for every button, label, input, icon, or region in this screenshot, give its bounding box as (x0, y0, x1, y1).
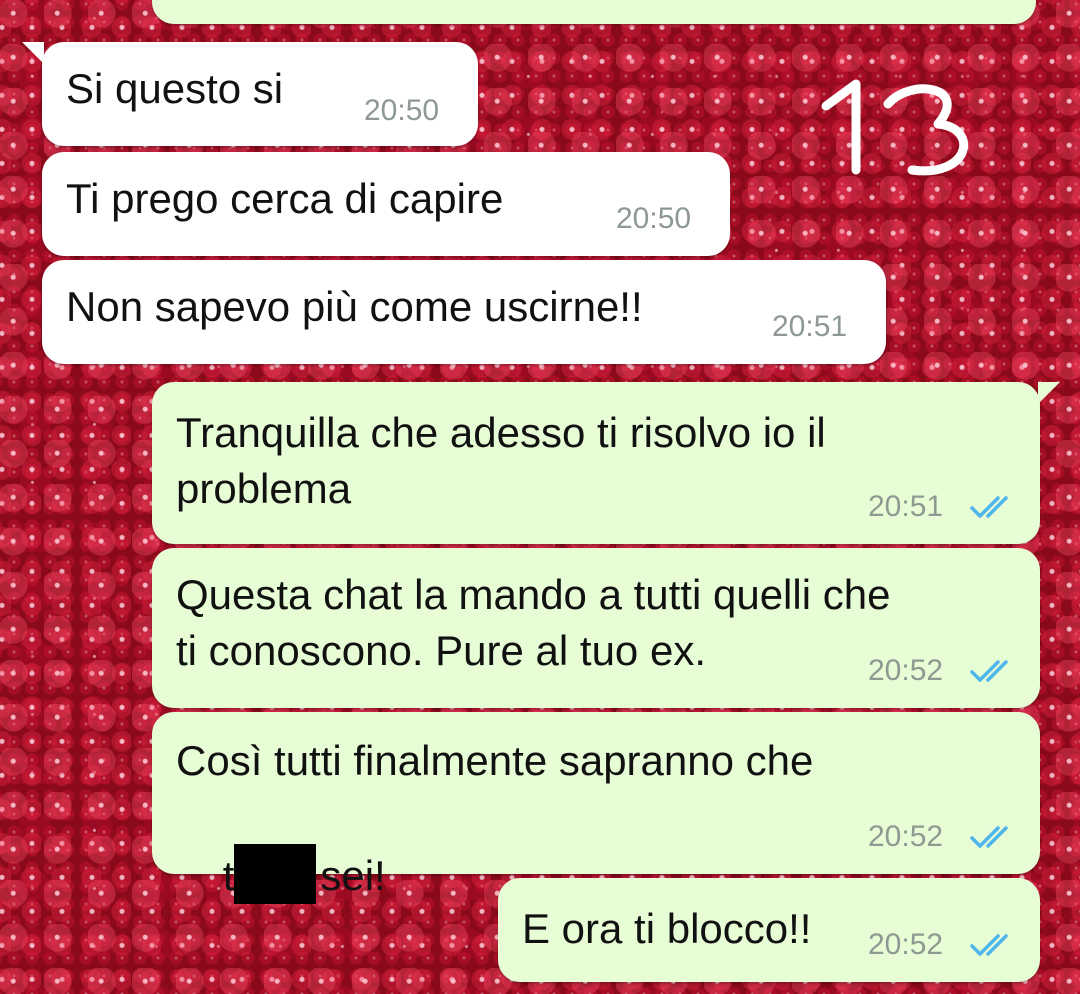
double-check-icon (970, 496, 1008, 518)
message-bubble-outgoing-partial[interactable] (152, 0, 1036, 24)
message-bubble-incoming[interactable]: Si questo si 20:50 (42, 42, 478, 146)
message-text-line: ti conoscono. Pure al tuo ex. (176, 627, 706, 674)
message-text-fragment: sei! (320, 852, 386, 899)
message-timestamp: 20:51 (868, 490, 944, 523)
message-bubble-incoming[interactable]: Non sapevo più come uscirne!! 20:51 (42, 260, 886, 364)
message-timestamp: 20:51 (772, 310, 848, 343)
message-bubble-outgoing[interactable]: Questa chat la mando a tutti quelli che … (152, 548, 1040, 708)
message-timestamp: 20:52 (868, 654, 944, 687)
message-text-line: Così tutti finalmente sapranno che (176, 737, 814, 784)
message-text: Ti prego cerca di capire (66, 175, 504, 222)
double-check-icon (970, 826, 1008, 848)
message-timestamp: 20:50 (616, 202, 692, 235)
double-check-icon (970, 660, 1008, 682)
message-bubble-outgoing[interactable]: E ora ti blocco!! 20:52 (498, 878, 1040, 982)
incoming-bubble-tail (22, 42, 44, 64)
message-text: Si questo si (66, 65, 284, 112)
double-check-icon (970, 934, 1008, 956)
message-text-fragment: t (222, 852, 235, 899)
message-text-line-redacted: t sei! (176, 790, 386, 958)
message-timestamp: 20:52 (868, 820, 944, 853)
message-timestamp: 20:52 (868, 928, 944, 961)
redaction-block (234, 844, 317, 904)
message-bubble-outgoing[interactable]: Così tutti finalmente sapranno che t sei!… (152, 712, 1040, 904)
message-timestamp: 20:50 (364, 94, 440, 127)
handwritten-number-annotation (821, 79, 969, 176)
message-bubble-incoming[interactable]: Ti prego cerca di capire 20:50 (42, 152, 730, 256)
message-text-line: problema (176, 465, 352, 512)
message-text-line: Questa chat la mando a tutti quelli che (176, 571, 891, 618)
message-text: E ora ti blocco!! (522, 905, 812, 952)
message-text-line: Tranquilla che adesso ti risolvo io il (176, 409, 826, 456)
outgoing-bubble-tail (1038, 382, 1060, 404)
message-bubble-outgoing[interactable]: Tranquilla che adesso ti risolvo io il p… (152, 382, 1040, 544)
message-text: Non sapevo più come uscirne!! (66, 283, 643, 330)
